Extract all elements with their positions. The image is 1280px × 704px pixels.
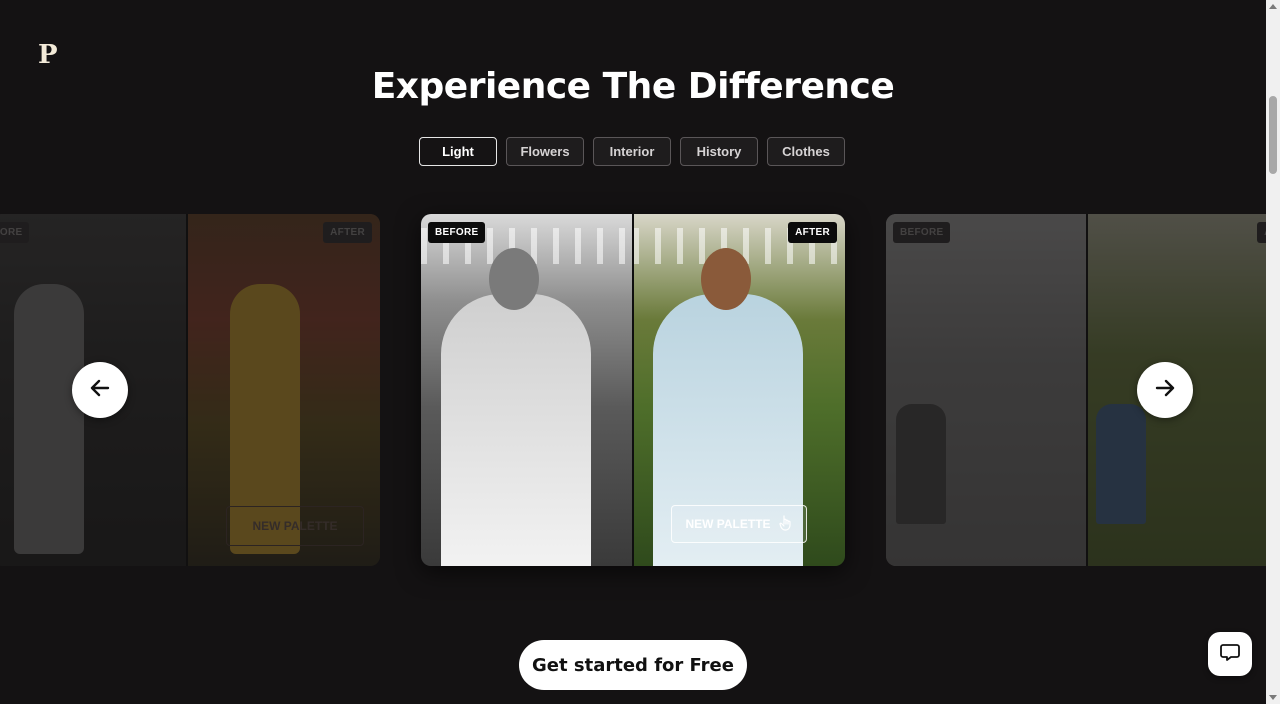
tab-interior[interactable]: Interior [593, 137, 671, 166]
before-badge: BEFORE [893, 222, 951, 243]
before-badge: BEFORE [0, 222, 30, 243]
before-image [421, 214, 633, 566]
carousel-card-left: NEW PALETTE BEFORE AFTER [0, 214, 380, 566]
page-title: Experience The Difference [371, 66, 895, 107]
category-tabs: Light Flowers Interior History Clothes [419, 137, 845, 166]
carousel-card-right: BEFORE AFTER [886, 214, 1280, 566]
scroll-up-icon[interactable] [1269, 4, 1277, 9]
new-palette-button: NEW PALETTE [226, 506, 364, 546]
chat-bubble-icon [1219, 641, 1241, 668]
arrow-left-icon [88, 376, 112, 405]
hand-pointer-icon [778, 514, 793, 534]
before-badge: BEFORE [428, 222, 486, 243]
page-scrollbar[interactable] [1266, 0, 1280, 704]
tab-clothes[interactable]: Clothes [767, 137, 845, 166]
after-badge: AFTER [323, 222, 372, 243]
get-started-button[interactable]: Get started for Free [519, 640, 747, 690]
scroll-thumb[interactable] [1269, 96, 1277, 174]
tab-light[interactable]: Light [419, 137, 497, 166]
tab-flowers[interactable]: Flowers [506, 137, 584, 166]
scroll-down-icon[interactable] [1269, 695, 1277, 700]
tab-history[interactable]: History [680, 137, 758, 166]
after-badge: AFTER [788, 222, 837, 243]
new-palette-label: NEW PALETTE [685, 517, 771, 531]
carousel-prev-button[interactable] [72, 362, 128, 418]
before-image [886, 214, 1086, 566]
chat-button[interactable] [1208, 632, 1252, 676]
arrow-right-icon [1153, 376, 1177, 405]
after-image: NEW PALETTE [186, 214, 380, 566]
new-palette-button[interactable]: NEW PALETTE [671, 505, 807, 543]
carousel-next-button[interactable] [1137, 362, 1193, 418]
carousel-card-center: BEFORE AFTER NEW PALETTE [421, 214, 845, 566]
